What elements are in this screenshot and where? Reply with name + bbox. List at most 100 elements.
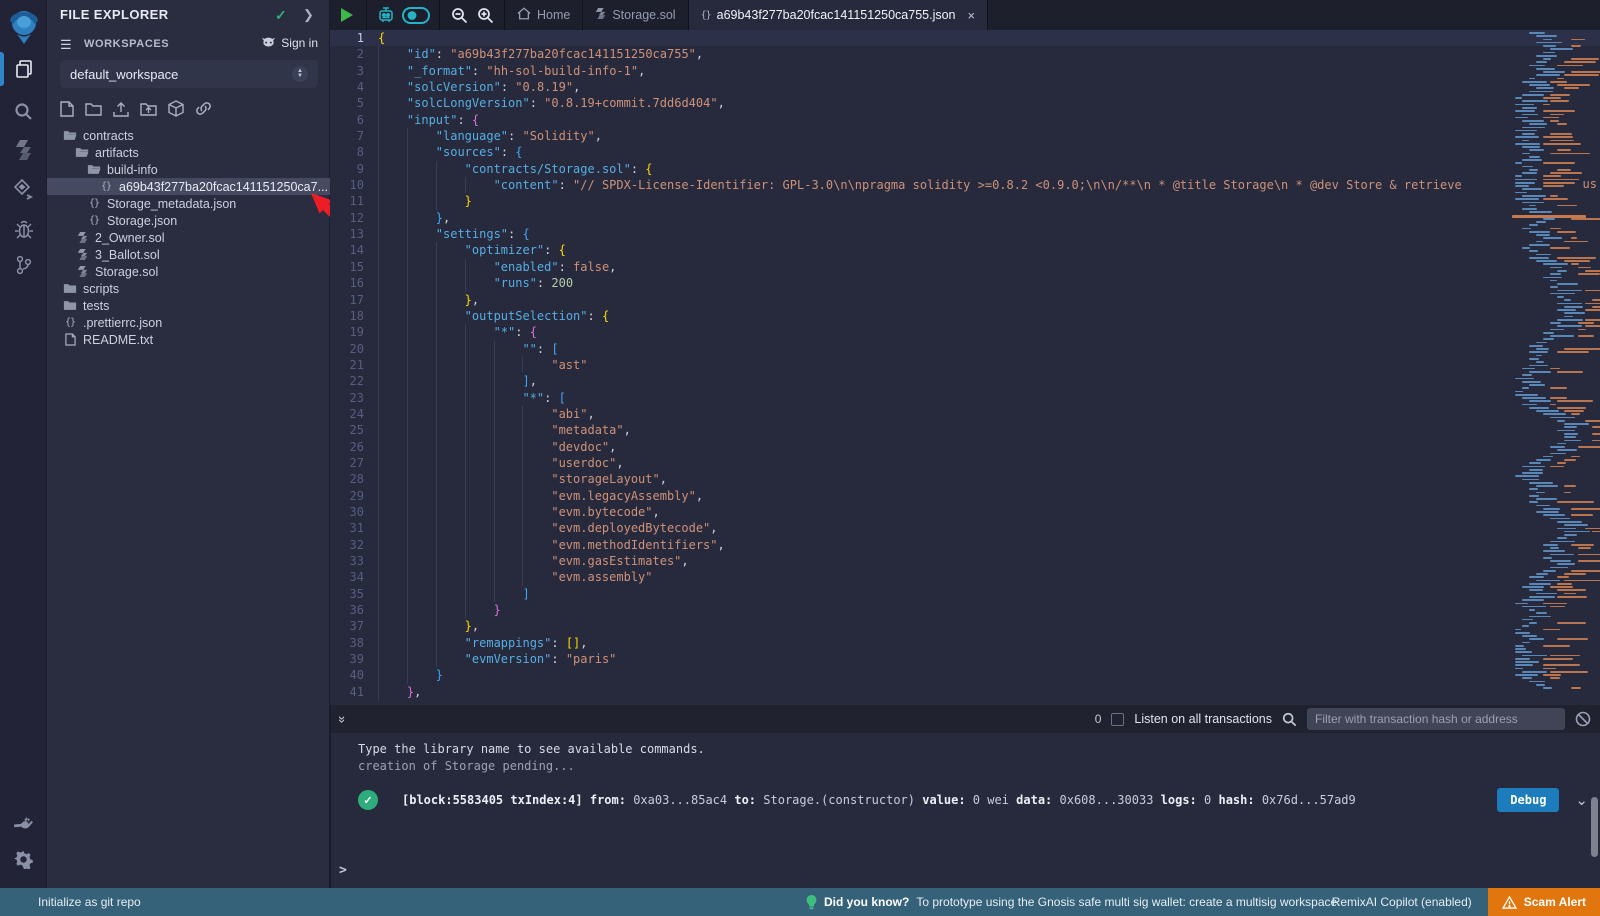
workspace-select[interactable]: default_workspace ▲▼ [60,60,318,88]
code-line[interactable]: 12}, [330,210,1600,226]
zoom-out-icon[interactable] [446,0,472,30]
code-line[interactable]: 1{ [330,30,1600,46]
code-line[interactable]: 32"evm.methodIdentifiers", [330,537,1600,553]
code-line[interactable]: 20"": [ [330,341,1600,357]
run-script-button[interactable] [334,0,360,30]
tree-item[interactable]: 2_Owner.sol [47,229,330,246]
code-line[interactable]: 40} [330,667,1600,683]
code-line[interactable]: 35] [330,586,1600,602]
code-line[interactable]: 8"sources": { [330,144,1600,160]
plugin-manager-icon[interactable] [0,808,47,842]
workspace-name: default_workspace [70,67,178,82]
tree-item[interactable]: 3_Ballot.sol [47,246,330,263]
code-line[interactable]: 16"runs": 200 [330,275,1600,291]
code-line[interactable]: 38"remappings": [], [330,635,1600,651]
minimap[interactable] [1482,32,1586,692]
transaction-filter-input[interactable] [1307,708,1565,730]
tree-item[interactable]: {}.prettierrc.json [47,314,330,331]
code-line[interactable]: 34"evm.assembly" [330,569,1600,585]
code-area[interactable]: 1{2"id": "a69b43f277ba20fcac141151250ca7… [330,30,1600,705]
tree-item[interactable]: README.txt [47,331,330,348]
cube-icon[interactable] [168,100,184,117]
code-line[interactable]: 2"id": "a69b43f277ba20fcac141151250ca755… [330,46,1600,62]
new-file-icon[interactable] [60,100,74,117]
search-icon[interactable] [0,94,47,128]
tree-item[interactable]: {}Storage.json [47,212,330,229]
code-line[interactable]: 13"settings": { [330,226,1600,242]
code-line[interactable]: 5"solcLongVersion": "0.8.19+commit.7dd6d… [330,95,1600,111]
upload-file-icon[interactable] [113,100,129,117]
code-line[interactable]: 4"solcVersion": "0.8.19", [330,79,1600,95]
close-tab-icon[interactable]: × [968,8,976,23]
code-line[interactable]: 15"enabled": false, [330,259,1600,275]
code-line[interactable]: 3"_format": "hh-sol-build-info-1", [330,63,1600,79]
scam-alert-button[interactable]: Scam Alert [1488,888,1600,916]
tree-item[interactable]: Storage.sol [47,263,330,280]
tree-item[interactable]: {}Storage_metadata.json [47,195,330,212]
code-line[interactable]: 28"storageLayout", [330,471,1600,487]
settings-gear-icon[interactable] [0,842,47,876]
code-line[interactable]: 27"userdoc", [330,455,1600,471]
code-line[interactable]: 10"content": "// SPDX-License-Identifier… [330,177,1600,193]
tree-item[interactable]: tests [47,297,330,314]
tree-item[interactable]: contracts [47,127,330,144]
code-line[interactable]: 19"*": { [330,324,1600,340]
tab-storage-sol[interactable]: Storage.sol [583,0,688,30]
tx-expand-chevron-icon[interactable]: ⌄ [1575,791,1588,809]
panel-title: FILE EXPLORER [60,7,169,22]
debug-button[interactable]: Debug [1497,788,1559,812]
code-line[interactable]: 21"ast" [330,357,1600,373]
terminal-scrollbar[interactable] [1591,797,1598,857]
copilot-toggle[interactable] [399,0,433,30]
code-line[interactable]: 24"abi", [330,406,1600,422]
code-line[interactable]: 23"*": [ [330,390,1600,406]
remix-logo-icon[interactable] [0,6,47,48]
new-folder-icon[interactable] [85,100,102,117]
code-line[interactable]: 7"language": "Solidity", [330,128,1600,144]
file-explorer-icon[interactable] [0,52,47,86]
tree-item[interactable]: scripts [47,280,330,297]
code-line[interactable]: 37}, [330,618,1600,634]
tree-item[interactable]: artifacts [47,144,330,161]
code-line[interactable]: 36} [330,602,1600,618]
code-line[interactable]: 18"outputSelection": { [330,308,1600,324]
check-icon[interactable]: ✓ [275,7,287,24]
init-git-repo-button[interactable]: Initialize as git repo [38,895,141,909]
code-line[interactable]: 41}, [330,684,1600,700]
zoom-in-icon[interactable] [472,0,498,30]
code-line[interactable]: 17}, [330,292,1600,308]
clear-console-icon[interactable] [1575,711,1591,727]
github-sign-in-button[interactable]: Sign in [261,36,318,50]
debugger-icon[interactable] [0,212,47,246]
tab-home[interactable]: Home [505,0,583,30]
tree-item[interactable]: {}a69b43f277ba20fcac141151250ca7... [47,178,330,195]
solidity-compiler-icon[interactable] [0,133,47,167]
code-line[interactable]: 30"evm.bytecode", [330,504,1600,520]
code-line[interactable]: 9"contracts/Storage.sol": { [330,161,1600,177]
tab-a69b43f277ba20fcac141151250ca755-json[interactable]: {}a69b43f277ba20fcac141151250ca755.json× [689,0,989,30]
code-line-text: "storageLayout", [378,471,667,487]
upload-folder-icon[interactable] [140,100,157,117]
remixai-copilot-status[interactable]: RemixAI Copilot (enabled) [1332,895,1472,909]
chevron-right-icon[interactable]: ❯ [303,7,314,23]
code-line[interactable]: 22], [330,373,1600,389]
link-icon[interactable] [195,100,212,117]
terminal-collapse-icon[interactable]: » [335,715,350,722]
listen-all-transactions-checkbox[interactable] [1111,713,1124,726]
tree-item[interactable]: build-info [47,161,330,178]
code-line[interactable]: 26"devdoc", [330,439,1600,455]
code-line[interactable]: 31"evm.deployedBytecode", [330,520,1600,536]
code-line[interactable]: 39"evmVersion": "paris" [330,651,1600,667]
code-line[interactable]: 29"evm.legacyAssembly", [330,488,1600,504]
code-line[interactable]: 14"optimizer": { [330,242,1600,258]
code-line-text: "metadata", [378,422,631,438]
git-icon[interactable] [0,248,47,282]
terminal-prompt[interactable]: > [339,863,347,878]
code-line[interactable]: 11} [330,193,1600,209]
code-line[interactable]: 6"input": { [330,112,1600,128]
code-line[interactable]: 33"evm.gasEstimates", [330,553,1600,569]
deploy-run-icon[interactable] [0,173,47,207]
remixai-assistant-icon[interactable] [373,0,399,30]
workspaces-menu-icon[interactable]: ☰ [60,37,72,53]
code-line[interactable]: 25"metadata", [330,422,1600,438]
